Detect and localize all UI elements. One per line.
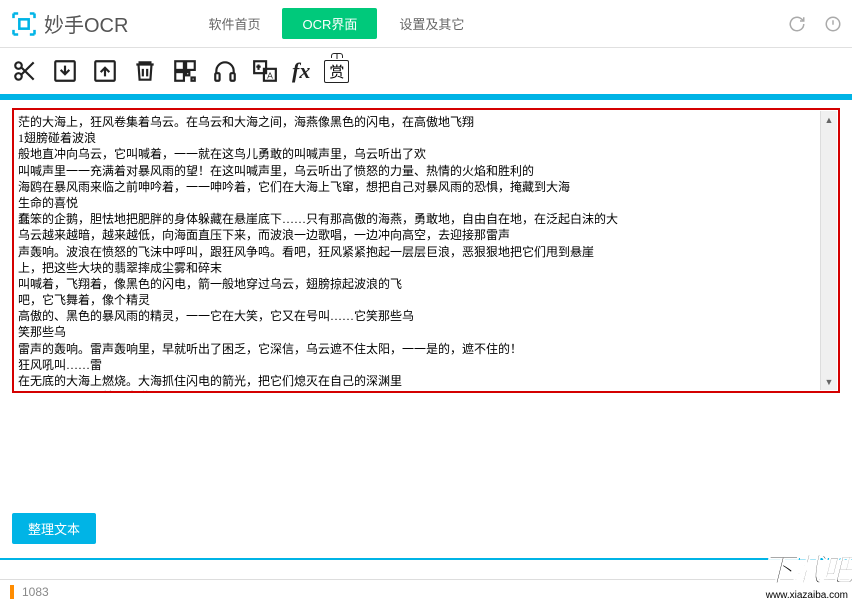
scroll-up-icon[interactable]: ▲ [821,111,837,128]
power-icon[interactable] [824,15,842,33]
headphones-icon[interactable] [212,58,238,84]
titlebar-right [788,15,842,33]
refresh-icon[interactable] [788,15,806,33]
trash-icon[interactable] [132,58,158,84]
status-count: 1083 [22,585,49,599]
translate-icon[interactable]: A [252,58,278,84]
scrollbar[interactable]: ▲ ▼ [820,111,837,390]
bottom-actions: 整理文本 [0,503,852,554]
logo-wrap: 妙手OCR [10,9,128,38]
tab-settings[interactable]: 设置及其它 [379,8,484,39]
organize-text-button[interactable]: 整理文本 [12,513,96,544]
toolbar: A fx 赏 [0,48,852,94]
ocr-result-box: 茫的大海上，狂风卷集着乌云。在乌云和大海之间，海燕像黑色的闪电，在高傲地飞翔 1… [12,108,840,393]
app-title: 妙手OCR [44,9,128,38]
import-icon[interactable] [52,58,78,84]
main-tabs: 软件首页 OCR界面 设置及其它 [188,0,484,47]
ocr-result-text[interactable]: 茫的大海上，狂风卷集着乌云。在乌云和大海之间，海燕像黑色的闪电，在高傲地飞翔 1… [14,110,838,391]
svg-text:A: A [267,71,273,81]
tab-home[interactable]: 软件首页 [188,8,280,39]
scroll-down-icon[interactable]: ▼ [821,373,837,390]
separator-thin [0,558,852,560]
content-area: 茫的大海上，狂风卷集着乌云。在乌云和大海之间，海燕像黑色的闪电，在高傲地飞翔 1… [0,100,852,393]
export-icon[interactable] [92,58,118,84]
statusbar: 1083 [0,579,852,603]
scroll-track[interactable] [821,128,837,373]
fx-icon[interactable]: fx [292,58,310,84]
app-logo-icon [10,10,38,38]
titlebar: 妙手OCR 软件首页 OCR界面 设置及其它 [0,0,852,48]
scissors-icon[interactable] [12,58,38,84]
qr-icon[interactable] [172,58,198,84]
status-mark [10,585,14,599]
reward-icon[interactable]: 赏 [324,60,349,83]
tab-ocr[interactable]: OCR界面 [282,8,377,39]
